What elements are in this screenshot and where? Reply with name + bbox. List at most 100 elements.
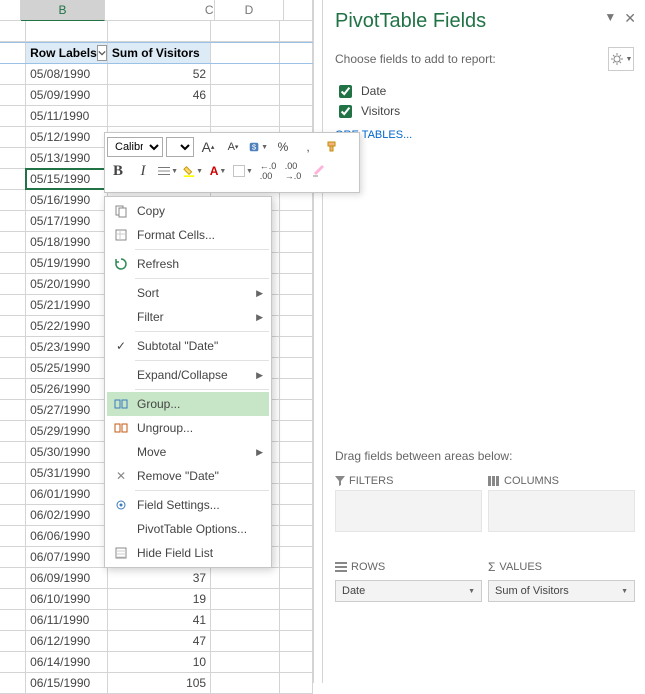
- col-header-b[interactable]: B: [21, 0, 106, 21]
- menu-subtotal[interactable]: ✓Subtotal "Date": [107, 334, 269, 358]
- menu-pivot-options[interactable]: PivotTable Options...: [107, 517, 269, 541]
- table-row[interactable]: 06/12/199047: [0, 631, 313, 652]
- value-cell[interactable]: 10: [108, 652, 211, 672]
- value-cell[interactable]: 105: [108, 673, 211, 693]
- date-cell[interactable]: 05/29/1990: [26, 421, 108, 441]
- menu-field-settings[interactable]: Field Settings...: [107, 493, 269, 517]
- table-row[interactable]: 06/09/199037: [0, 568, 313, 589]
- date-cell[interactable]: 05/27/1990: [26, 400, 108, 420]
- menu-group[interactable]: Group...: [107, 392, 269, 416]
- fill-color-icon[interactable]: ▼: [182, 160, 204, 182]
- borders-icon[interactable]: ▼: [232, 160, 254, 182]
- values-area[interactable]: ΣVALUES Sum of Visitors▼: [488, 558, 635, 618]
- menu-copy[interactable]: Copy: [107, 199, 269, 223]
- date-cell[interactable]: 05/16/1990: [26, 190, 108, 210]
- date-cell[interactable]: 05/08/1990: [26, 64, 108, 84]
- table-row[interactable]: 05/09/199046: [0, 85, 313, 106]
- date-cell[interactable]: 05/23/1990: [26, 337, 108, 357]
- value-cell[interactable]: 19: [108, 589, 211, 609]
- font-size-select[interactable]: 11: [166, 137, 194, 157]
- values-pill-sum[interactable]: Sum of Visitors▼: [488, 580, 635, 602]
- date-cell[interactable]: 05/20/1990: [26, 274, 108, 294]
- italic-icon[interactable]: I: [132, 160, 154, 182]
- date-cell[interactable]: 06/14/1990: [26, 652, 108, 672]
- menu-sort[interactable]: Sort▶: [107, 281, 269, 305]
- value-cell[interactable]: 47: [108, 631, 211, 651]
- pane-menu-icon[interactable]: ▼: [604, 10, 616, 27]
- date-cell[interactable]: 06/09/1990: [26, 568, 108, 588]
- font-color-icon[interactable]: A▼: [207, 160, 229, 182]
- date-cell[interactable]: 05/11/1990: [26, 106, 108, 126]
- date-cell[interactable]: 06/12/1990: [26, 631, 108, 651]
- clear-format-icon[interactable]: [307, 160, 329, 182]
- menu-hide-field-list[interactable]: Hide Field List: [107, 541, 269, 565]
- date-cell[interactable]: 05/12/1990: [26, 127, 108, 147]
- date-cell[interactable]: 05/19/1990: [26, 253, 108, 273]
- value-cell[interactable]: 46: [108, 85, 211, 105]
- sum-visitors-header[interactable]: Sum of Visitors: [108, 43, 211, 63]
- format-painter-icon[interactable]: [322, 136, 344, 158]
- table-row[interactable]: 06/14/199010: [0, 652, 313, 673]
- filters-area[interactable]: FILTERS: [335, 472, 482, 552]
- date-cell[interactable]: 05/25/1990: [26, 358, 108, 378]
- menu-filter[interactable]: Filter▶: [107, 305, 269, 329]
- filter-dropdown-icon[interactable]: [97, 45, 107, 61]
- col-header-next[interactable]: [284, 0, 313, 20]
- date-cell[interactable]: 05/21/1990: [26, 295, 108, 315]
- field-date-checkbox[interactable]: [339, 85, 352, 98]
- date-cell[interactable]: 05/09/1990: [26, 85, 108, 105]
- date-cell[interactable]: 05/30/1990: [26, 442, 108, 462]
- field-date[interactable]: Date: [335, 81, 634, 101]
- value-cell[interactable]: 41: [108, 610, 211, 630]
- table-row[interactable]: 06/11/199041: [0, 610, 313, 631]
- decrease-decimal-icon[interactable]: .00→.0: [282, 160, 304, 182]
- close-icon[interactable]: ✕: [624, 10, 636, 27]
- date-cell[interactable]: 06/01/1990: [26, 484, 108, 504]
- table-row[interactable]: 05/11/1990: [0, 106, 313, 127]
- date-cell[interactable]: 06/10/1990: [26, 589, 108, 609]
- rows-pill-date[interactable]: Date▼: [335, 580, 482, 602]
- date-cell[interactable]: 05/18/1990: [26, 232, 108, 252]
- table-row[interactable]: 05/08/199052: [0, 64, 313, 85]
- date-cell[interactable]: 06/11/1990: [26, 610, 108, 630]
- value-cell[interactable]: 52: [108, 64, 211, 84]
- grow-font-icon[interactable]: A▴: [197, 136, 219, 158]
- shrink-font-icon[interactable]: A▾: [222, 136, 244, 158]
- date-cell[interactable]: 05/31/1990: [26, 463, 108, 483]
- field-visitors[interactable]: Visitors: [335, 101, 634, 121]
- date-cell[interactable]: 06/07/1990: [26, 547, 108, 567]
- date-cell[interactable]: 06/06/1990: [26, 526, 108, 546]
- menu-expand-collapse[interactable]: Expand/Collapse▶: [107, 363, 269, 387]
- menu-remove[interactable]: ✕Remove "Date": [107, 464, 269, 488]
- date-cell[interactable]: 05/26/1990: [26, 379, 108, 399]
- value-cell[interactable]: [108, 106, 211, 126]
- table-row[interactable]: 06/15/1990105: [0, 673, 313, 694]
- more-tables-link[interactable]: ORE TABLES...: [335, 129, 634, 141]
- columns-area[interactable]: COLUMNS: [488, 472, 635, 552]
- rows-area[interactable]: ROWS Date▼: [335, 558, 482, 618]
- increase-decimal-icon[interactable]: ←.0.00: [257, 160, 279, 182]
- col-header-c[interactable]: C: [105, 0, 214, 20]
- value-cell[interactable]: 37: [108, 568, 211, 588]
- menu-refresh[interactable]: Refresh: [107, 252, 269, 276]
- row-labels-header[interactable]: Row Labels: [26, 43, 108, 63]
- font-select[interactable]: Calibri: [107, 137, 163, 157]
- date-cell[interactable]: 06/15/1990: [26, 673, 108, 693]
- date-cell[interactable]: 05/13/1990: [26, 148, 108, 168]
- date-cell[interactable]: 06/02/1990: [26, 505, 108, 525]
- menu-ungroup[interactable]: Ungroup...: [107, 416, 269, 440]
- field-visitors-checkbox[interactable]: [339, 105, 352, 118]
- menu-format-cells[interactable]: Format Cells...: [107, 223, 269, 247]
- date-cell[interactable]: 05/22/1990: [26, 316, 108, 336]
- align-icon[interactable]: ▼: [157, 160, 179, 182]
- comma-icon[interactable]: ,: [297, 136, 319, 158]
- gear-icon[interactable]: ▼: [608, 47, 634, 71]
- date-cell[interactable]: 05/17/1990: [26, 211, 108, 231]
- menu-move[interactable]: Move▶: [107, 440, 269, 464]
- percent-icon[interactable]: %: [272, 136, 294, 158]
- bold-icon[interactable]: B: [107, 160, 129, 182]
- accounting-format-icon[interactable]: $▼: [247, 136, 269, 158]
- date-cell[interactable]: 05/15/1990: [26, 169, 108, 189]
- table-row[interactable]: 06/10/199019: [0, 589, 313, 610]
- select-all-corner[interactable]: [0, 0, 21, 20]
